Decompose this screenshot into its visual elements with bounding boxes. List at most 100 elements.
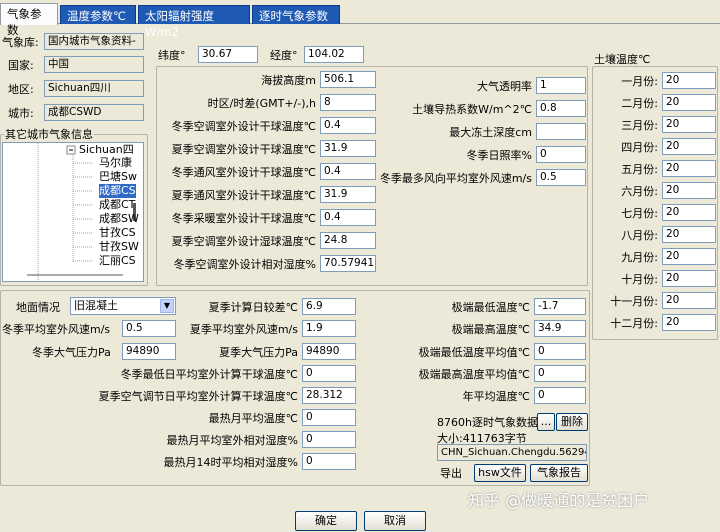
hottest-month-14-rh-input[interactable]: 0: [302, 453, 356, 470]
summer-range-input[interactable]: 6.9: [302, 298, 356, 315]
summer-vent-drybulb-input[interactable]: 31.9: [320, 186, 376, 203]
tree-item[interactable]: 成都SW: [99, 212, 139, 226]
longitude-input[interactable]: 104.02: [304, 46, 364, 63]
soil-month-input[interactable]: 20: [662, 292, 716, 309]
ground-select[interactable]: 旧混凝土 ▼: [70, 297, 176, 315]
country-label: 国家:: [8, 59, 34, 72]
chevron-down-icon[interactable]: ▼: [160, 299, 174, 313]
tree-item[interactable]: 巴塘Sw: [99, 170, 137, 184]
altitude-label: 海拔高度m: [261, 74, 316, 87]
tree-item[interactable]: 甘孜CS: [99, 226, 136, 240]
soil-month-input[interactable]: 20: [662, 248, 716, 265]
winter-pressure-input[interactable]: 94890: [122, 343, 176, 360]
winter-ac-drybulb-input[interactable]: 0.4: [320, 117, 376, 134]
annual-avg-input[interactable]: 0: [534, 387, 586, 404]
tree-item[interactable]: 马尔康: [99, 156, 132, 170]
winter-pressure-label: 冬季大气压力Pa: [32, 346, 111, 359]
winter-ac-rh-label: 冬季空调室外设计相对湿度%: [173, 258, 316, 271]
watermark: 知乎 @做暖通的是贫困户: [468, 491, 650, 510]
extreme-min-avg-input[interactable]: 0: [534, 343, 586, 360]
soil-month-input[interactable]: 20: [662, 94, 716, 111]
library-field[interactable]: 国内城市气象资料-: [44, 33, 144, 50]
winter-sunshine-input[interactable]: 0: [536, 146, 586, 163]
winter-wind-label: 冬季平均室外风速m/s: [2, 323, 111, 336]
tab-hourly-weather[interactable]: 逐时气象参数: [252, 5, 340, 24]
city-field[interactable]: 成都CSWD: [44, 104, 144, 121]
soil-month-input[interactable]: 20: [662, 138, 716, 155]
winter-prevailing-wind-input[interactable]: 0.5: [536, 169, 586, 186]
region-label: 地区:: [8, 83, 34, 96]
extreme-max-avg-input[interactable]: 0: [534, 365, 586, 382]
hottest-month-rh-label: 最热月平均室外相对湿度%: [166, 434, 298, 447]
timezone-input[interactable]: 8: [320, 94, 376, 111]
hottest-month-avg-label: 最热月平均温度℃: [208, 412, 298, 425]
hottest-month-rh-input[interactable]: 0: [302, 431, 356, 448]
atmos-transparency-label: 大气透明率: [477, 80, 532, 93]
tab-weather-params[interactable]: 气象参数: [0, 3, 58, 37]
tree-item[interactable]: 甘孜SW: [99, 240, 139, 254]
extreme-min-avg-label: 极端最低温度平均值℃: [418, 346, 530, 359]
soil-month-input[interactable]: 20: [662, 116, 716, 133]
soil-month-input[interactable]: 20: [662, 160, 716, 177]
soil-month-input[interactable]: 20: [662, 182, 716, 199]
tree-item[interactable]: 成都CT: [99, 198, 135, 212]
winter-ac-rh-input[interactable]: 70.579416: [320, 255, 376, 272]
soil-month-label: 一月份:: [621, 75, 658, 88]
country-field[interactable]: 中国: [44, 56, 144, 73]
extreme-max-input[interactable]: 34.9: [534, 320, 586, 337]
delete-button[interactable]: 删除: [556, 413, 588, 431]
winter-min-daily-input[interactable]: 0: [302, 365, 356, 382]
winter-sunshine-label: 冬季日照率%: [466, 149, 532, 162]
summer-ac-drybulb-input[interactable]: 31.9: [320, 140, 376, 157]
atmos-transparency-input[interactable]: 1: [536, 77, 586, 94]
soil-month-label: 五月份:: [621, 163, 658, 176]
tab-solar-radiation[interactable]: 太阳辐射强度W/m2: [138, 5, 250, 39]
soil-conductivity-input[interactable]: 0.8: [536, 100, 586, 117]
region-field[interactable]: Sichuan四川: [44, 80, 144, 97]
soil-conductivity-label: 土壤导热系数W/m^2℃: [412, 103, 532, 116]
soil-month-label: 八月份:: [621, 229, 658, 242]
latitude-label: 纬度°: [158, 49, 186, 62]
latitude-input[interactable]: 30.67: [198, 46, 258, 63]
soil-month-label: 六月份:: [621, 185, 658, 198]
soil-month-label: 三月份:: [621, 119, 658, 132]
soil-month-input[interactable]: 20: [662, 270, 716, 287]
soil-month-input[interactable]: 20: [662, 314, 716, 331]
browse-button[interactable]: ...: [537, 413, 555, 431]
summer-wind-input[interactable]: 1.9: [302, 320, 356, 337]
extreme-min-input[interactable]: -1.7: [534, 298, 586, 315]
tree-item[interactable]: 汇丽CS: [99, 254, 136, 268]
winter-ac-drybulb-label: 冬季空调室外设计干球温度℃: [171, 120, 316, 133]
cancel-button[interactable]: 取消: [364, 511, 426, 531]
soil-month-label: 九月份:: [621, 251, 658, 264]
tree-item-selected[interactable]: 成都CS: [99, 184, 136, 198]
extreme-max-label: 极端最高温度℃: [451, 323, 530, 336]
summer-range-label: 夏季计算日较差℃: [208, 301, 298, 314]
soil-month-label: 七月份:: [621, 207, 658, 220]
winter-heating-drybulb-input[interactable]: 0.4: [320, 209, 376, 226]
timezone-label: 时区/时差(GMT+/-),h: [207, 97, 316, 110]
soil-month-label: 四月份:: [621, 141, 658, 154]
altitude-input[interactable]: 506.1: [320, 71, 376, 88]
tree-root[interactable]: Sichuan四: [79, 143, 134, 157]
soil-month-label: 二月份:: [621, 97, 658, 110]
frost-depth-input[interactable]: [536, 123, 586, 140]
summer-ac-wetbulb-input[interactable]: 24.8: [320, 232, 376, 249]
summer-pressure-input[interactable]: 94890: [302, 343, 356, 360]
soil-month-input[interactable]: 20: [662, 226, 716, 243]
soil-month-input[interactable]: 20: [662, 204, 716, 221]
tab-temperature-params[interactable]: 温度参数℃: [60, 5, 136, 24]
hourly-filename-field[interactable]: CHN_Sichuan.Chengdu.562940: [437, 444, 587, 461]
summer-ac-drybulb-label: 夏季空调室外设计干球温度℃: [171, 143, 316, 156]
ok-button[interactable]: 确定: [295, 511, 357, 531]
weather-report-button[interactable]: 气象报告: [530, 464, 588, 482]
summer-ac-daily-input[interactable]: 28.312: [302, 387, 356, 404]
winter-wind-input[interactable]: 0.5: [122, 320, 176, 337]
hourly-data-label: 8760h逐时气象数据: [437, 416, 538, 429]
longitude-label: 经度°: [270, 49, 298, 62]
soil-month-input[interactable]: 20: [662, 72, 716, 89]
winter-vent-drybulb-label: 冬季通风室外设计干球温度℃: [171, 166, 316, 179]
hsw-file-button[interactable]: hsw文件: [474, 464, 526, 482]
city-tree[interactable]: Sichuan四 马尔康 巴塘Sw 成都CS 成都CT 成都SW 甘孜CS 甘孜…: [2, 142, 144, 282]
hottest-month-avg-input[interactable]: 0: [302, 409, 356, 426]
